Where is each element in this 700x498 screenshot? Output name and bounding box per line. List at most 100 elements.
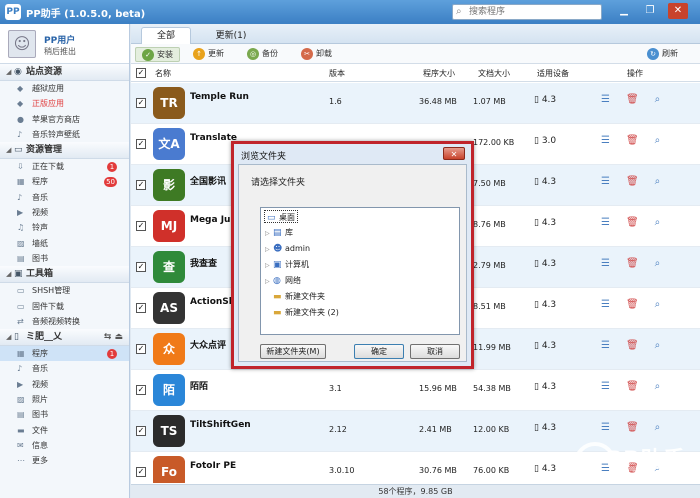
trash-icon[interactable]: 🗑: [626, 381, 639, 392]
trash-icon[interactable]: 🗑: [626, 422, 639, 433]
row-checkbox[interactable]: ✓: [136, 221, 146, 231]
sidebar-section[interactable]: ◢ ▭ 资源管理: [0, 142, 129, 160]
row-checkbox[interactable]: ✓: [136, 344, 146, 354]
sidebar-item[interactable]: ⇄ 音频视频转换: [0, 314, 129, 329]
backup-button[interactable]: ◎ 备份: [247, 47, 278, 62]
tree-node[interactable]: ▭ 桌面: [264, 210, 298, 223]
sidebar-item[interactable]: ▨ 照片: [0, 392, 129, 407]
logout-link[interactable]: 稍后推出: [44, 46, 76, 57]
trash-icon[interactable]: 🗑: [626, 340, 639, 351]
col-name[interactable]: 名称: [155, 68, 171, 79]
sidebar-item[interactable]: ▶ 视频: [0, 205, 129, 220]
sidebar-item[interactable]: ♪ 音乐铃声壁纸: [0, 127, 129, 142]
magnifier-icon[interactable]: ⌕: [655, 422, 661, 433]
trash-icon[interactable]: 🗑: [626, 135, 639, 146]
list-icon[interactable]: ☰: [601, 94, 610, 105]
user-name[interactable]: PP用户: [44, 33, 75, 46]
update-button[interactable]: ↑ 更新: [193, 47, 224, 62]
sidebar-item[interactable]: ▬ 文件: [0, 423, 129, 438]
tab-updates[interactable]: 更新(1): [201, 27, 261, 44]
sidebar-item[interactable]: ◆ 越狱应用: [0, 81, 129, 96]
table-row[interactable]: ✓ TR Temple Run 1.6 36.48 MB 1.07 MB ▯ 4.3 ☰ 🗑 ⌕: [131, 83, 700, 124]
magnifier-icon[interactable]: ⌕: [655, 340, 661, 351]
trash-icon[interactable]: 🗑: [626, 258, 639, 269]
table-row[interactable]: ✓ 陌陌陌 3.1 15.96 MB 54.38 MB ▯ 4.3 ☰ 🗑 ⌕: [131, 370, 700, 411]
sidebar-item[interactable]: ◆ 正版应用: [0, 96, 129, 111]
minimize-icon[interactable]: ▁: [614, 3, 634, 19]
row-checkbox[interactable]: ✓: [136, 385, 146, 395]
search-box[interactable]: ⌕: [452, 4, 602, 20]
uninstall-button[interactable]: ✂ 卸载: [301, 47, 332, 62]
collapse-icon[interactable]: ◢: [6, 142, 14, 159]
tree-node[interactable]: ▬ 新建文件夹 (2): [265, 306, 339, 319]
expand-icon[interactable]: ▷: [265, 275, 273, 288]
trash-icon[interactable]: 🗑: [626, 299, 639, 310]
sidebar-item[interactable]: ▭ SHSH管理: [0, 283, 129, 298]
collapse-icon[interactable]: ◢: [6, 329, 14, 346]
col-device[interactable]: 适用设备: [537, 68, 569, 79]
select-all-checkbox[interactable]: ✓: [136, 68, 146, 78]
magnifier-icon[interactable]: ⌕: [655, 94, 661, 105]
col-app-size[interactable]: 程序大小: [423, 68, 455, 79]
ok-button[interactable]: 确定: [354, 344, 404, 359]
install-button[interactable]: ✓ 安装: [135, 47, 180, 62]
sidebar-item[interactable]: ▦ 程序 50: [0, 174, 129, 189]
row-checkbox[interactable]: ✓: [136, 426, 146, 436]
expand-icon[interactable]: ▷: [265, 243, 273, 256]
expand-icon[interactable]: ▷: [265, 259, 273, 272]
list-icon[interactable]: ☰: [601, 135, 610, 146]
expand-icon[interactable]: ▷: [265, 227, 273, 240]
collapse-icon[interactable]: ◢: [6, 64, 14, 81]
restore-icon[interactable]: ❐: [640, 3, 660, 19]
list-icon[interactable]: ☰: [601, 381, 610, 392]
cancel-button[interactable]: 取消: [410, 344, 460, 359]
row-checkbox[interactable]: ✓: [136, 180, 146, 190]
sidebar-item[interactable]: ▤ 图书: [0, 251, 129, 266]
row-checkbox[interactable]: ✓: [136, 467, 146, 477]
sidebar-section[interactable]: ◢ ◉ 站点资源: [0, 64, 129, 81]
list-icon[interactable]: ☰: [601, 422, 610, 433]
list-icon[interactable]: ☰: [601, 340, 610, 351]
tree-node[interactable]: ▷ ◍ 网络: [265, 274, 301, 287]
sidebar-item[interactable]: ▭ 固件下载: [0, 299, 129, 314]
row-checkbox[interactable]: ✓: [136, 139, 146, 149]
magnifier-icon[interactable]: ⌕: [655, 217, 661, 228]
search-input[interactable]: [469, 6, 597, 18]
close-icon[interactable]: ✕: [668, 3, 688, 19]
list-icon[interactable]: ☰: [601, 258, 610, 269]
row-checkbox[interactable]: ✓: [136, 98, 146, 108]
sidebar-item[interactable]: ♫ 铃声: [0, 220, 129, 235]
dialog-close-icon[interactable]: ✕: [443, 147, 465, 160]
collapse-icon[interactable]: ◢: [6, 266, 14, 283]
sidebar-item[interactable]: ⋯ 更多: [0, 453, 129, 468]
sidebar-item[interactable]: ▶ 视频: [0, 377, 129, 392]
sidebar-item[interactable]: ✉ 信息: [0, 438, 129, 453]
list-icon[interactable]: ☰: [601, 176, 610, 187]
sidebar-section[interactable]: ◢ ▯ ミ肥__乂 ⇆ ⏏: [0, 329, 129, 347]
tree-node[interactable]: ▷ ▤ 库: [265, 226, 293, 239]
refresh-button[interactable]: ↻ 刷新: [647, 47, 678, 62]
tree-node[interactable]: ▬ 新建文件夹: [265, 290, 325, 303]
sidebar-item[interactable]: ♪ 音乐: [0, 361, 129, 376]
tree-node[interactable]: ▷ ▣ 计算机: [265, 258, 309, 271]
device-sync-icon[interactable]: ⇆ ⏏: [104, 329, 123, 346]
col-doc-size[interactable]: 文档大小: [478, 68, 510, 79]
tab-all[interactable]: 全部: [141, 27, 191, 44]
row-checkbox[interactable]: ✓: [136, 262, 146, 272]
tree-node[interactable]: ▷ ☻ admin: [265, 242, 310, 255]
avatar[interactable]: ☺: [8, 30, 36, 58]
magnifier-icon[interactable]: ⌕: [655, 299, 661, 310]
magnifier-icon[interactable]: ⌕: [655, 381, 661, 392]
list-icon[interactable]: ☰: [601, 217, 610, 228]
list-icon[interactable]: ☰: [601, 299, 610, 310]
magnifier-icon[interactable]: ⌕: [655, 176, 661, 187]
sidebar-item[interactable]: ⇩ 正在下载 1: [0, 159, 129, 174]
col-version[interactable]: 版本: [329, 68, 345, 79]
trash-icon[interactable]: 🗑: [626, 217, 639, 228]
row-checkbox[interactable]: ✓: [136, 303, 146, 313]
trash-icon[interactable]: 🗑: [626, 176, 639, 187]
sidebar-item[interactable]: ▦ 程序 1: [0, 346, 129, 362]
sidebar-section[interactable]: ◢ ▣ 工具箱: [0, 266, 129, 284]
magnifier-icon[interactable]: ⌕: [655, 135, 661, 146]
sidebar-item[interactable]: ▤ 图书: [0, 407, 129, 422]
